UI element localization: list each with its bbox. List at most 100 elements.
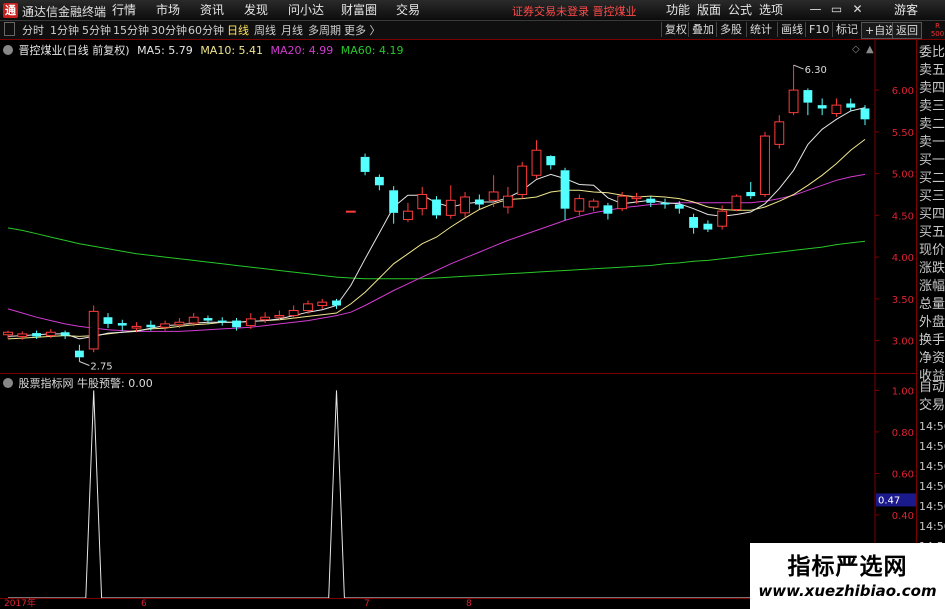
tab-more[interactable]: 更多 〉 (344, 23, 381, 38)
menu-item-discover[interactable]: 发现 (244, 2, 268, 19)
tab-weekly[interactable]: 周线 (254, 23, 276, 38)
tab-monthly[interactable]: 月线 (281, 23, 303, 38)
candle-body-up (588, 200, 599, 208)
sidebar-item[interactable]: 买二 (919, 171, 945, 187)
sidebar-item[interactable]: 交易 (919, 398, 945, 414)
menu-item-options[interactable]: 选项 (759, 2, 783, 19)
overlay-button[interactable]: 叠加 (688, 22, 717, 37)
sidebar-item[interactable]: 卖二 (919, 117, 945, 133)
candle-body-up (445, 199, 456, 216)
date-label-year: 2017年 (4, 599, 36, 609)
candle-body-up (831, 104, 842, 114)
sidebar-item[interactable]: 外盘 (919, 315, 945, 331)
price-chart-bg (0, 40, 916, 374)
sidebar-item[interactable]: 委比 (919, 45, 945, 61)
menu-bar: 通 通达信金融终端 行情 市场 资讯 发现 问小达 财富圈 交易 证券交易未登录… (0, 0, 945, 21)
menu-item-wealth-circle[interactable]: 财富圈 (341, 2, 377, 19)
sidebar-item[interactable]: 卖五 (919, 63, 945, 79)
sidebar-item[interactable]: 买一 (919, 153, 945, 169)
sidebar-item[interactable]: 买四 (919, 207, 945, 223)
candle-body-down (203, 318, 213, 321)
price-chart[interactable]: 6.00 5.50 5.00 4.50 4.00 3.50 3.00 6.30 2.75 ◇ ▲ (0, 40, 916, 374)
chart-info-line: 晋控煤业(日线 前复权) MA5: 5.79 MA10: 5.41 MA20: … (3, 42, 407, 58)
candle-body-up (260, 316, 271, 321)
diamond-icon: ◇ (852, 44, 860, 55)
statistics-button[interactable]: 统计 (746, 22, 775, 37)
tab-daily[interactable]: 日线 (227, 23, 249, 38)
sidebar-item[interactable]: 现价 (919, 243, 945, 259)
ma60-label: MA60: 4.19 (340, 44, 404, 57)
price-tick-label: 4.00 (892, 253, 914, 264)
sidebar-item[interactable]: 总量 (919, 297, 945, 313)
sidebar-item[interactable]: 净资 (919, 351, 945, 367)
f10-button[interactable]: F10 (805, 22, 832, 37)
date-label-july: 7 (364, 599, 370, 609)
chart-settings-icon[interactable] (3, 45, 13, 55)
mark-button[interactable]: 标记 (832, 22, 861, 37)
tab-1min[interactable]: 1分钟 (50, 23, 79, 38)
sidebar-item[interactable]: 涨跌 (919, 261, 945, 277)
sidebar-item[interactable]: 卖四 (919, 81, 945, 97)
candle-body-up (131, 325, 142, 329)
multi-stock-button[interactable]: 多股 (716, 22, 745, 37)
tab-timeshare[interactable]: 分时 (22, 23, 44, 38)
candle-body-down (860, 108, 870, 120)
sidebar-trade-time: 14:56 (919, 460, 945, 473)
candle-body-up (160, 323, 171, 328)
sidebar-item[interactable]: 买五 (919, 225, 945, 241)
tab-15min[interactable]: 15分钟 (113, 23, 149, 38)
menu-item-market[interactable]: 市场 (156, 2, 180, 19)
layout-toggle-icon[interactable] (4, 22, 15, 36)
price-grid (0, 40, 916, 374)
high-label: 6.30 (805, 65, 827, 76)
menu-item-layout[interactable]: 版面 (697, 2, 721, 19)
tab-5min[interactable]: 5分钟 (82, 23, 111, 38)
indicator-settings-icon[interactable] (3, 378, 13, 388)
candle-body-up (245, 318, 256, 327)
candle-body-up (488, 191, 499, 201)
sidebar-item[interactable]: 卖一 (919, 135, 945, 151)
price-tick-label: 6.00 (892, 86, 914, 97)
back-button[interactable]: 返回 (892, 22, 922, 39)
candle-body-down (817, 105, 827, 109)
candle-body-up (460, 196, 470, 214)
candle-body-up (174, 321, 185, 326)
login-status[interactable]: 证券交易未登录 晋控煤业 (512, 3, 637, 19)
minimize-icon[interactable]: — (805, 2, 826, 16)
sidebar-item[interactable]: 涨幅 (919, 279, 945, 295)
candle-body-up (760, 135, 770, 195)
menu-item-formula[interactable]: 公式 (728, 2, 752, 19)
candle-body-up (88, 310, 99, 350)
candle-body-down (389, 190, 399, 213)
menu-item-functions[interactable]: 功能 (666, 2, 690, 19)
period-toolbar: 分时 1分钟 5分钟 15分钟 30分钟 60分钟 日线 周线 月线 多周期 更… (0, 21, 945, 40)
price-tick-label: 5.50 (892, 128, 914, 139)
tab-60min[interactable]: 60分钟 (188, 23, 224, 38)
menu-item-market-quotes[interactable]: 行情 (112, 2, 136, 19)
candle-body-up (274, 315, 285, 318)
sidebar-item[interactable]: 换手 (919, 333, 945, 349)
sidebar-item[interactable]: 卖三 (919, 99, 945, 115)
menu-item-trade[interactable]: 交易 (396, 2, 420, 19)
menu-item-ask[interactable]: 问小达 (288, 2, 324, 19)
tab-multi-period[interactable]: 多周期 (308, 23, 341, 38)
candle-body-down (360, 156, 370, 172)
indicator-tick-label: 0.40 (892, 511, 914, 522)
adjust-button[interactable]: 复权 (661, 22, 690, 37)
sidebar-trade-time: 14:56 (919, 500, 945, 513)
candle-body-up (303, 303, 313, 312)
candle-body-down (332, 300, 341, 306)
close-icon[interactable]: ✕ (847, 2, 868, 16)
candle-body-down (674, 204, 684, 209)
draw-line-button[interactable]: 画线 (777, 22, 806, 37)
tab-30min[interactable]: 30分钟 (151, 23, 187, 38)
sidebar-item[interactable]: 自动 (919, 380, 945, 396)
quote-sidebar: 委比 卖五 卖四 卖三 卖二 卖一 买一 买二 买三 买四 买五 现价 涨跌 涨幅 总量 外盘 换手 净资 收益 自动… (916, 40, 945, 609)
maximize-icon[interactable]: ▭ (826, 2, 847, 16)
sidebar-trade-time: 14:56 (919, 480, 945, 493)
menu-item-news[interactable]: 资讯 (200, 2, 224, 19)
sidebar-item[interactable]: 买三 (919, 189, 945, 205)
candle-body-down (74, 350, 84, 358)
guest-label[interactable]: 游客 (894, 2, 918, 19)
watermark-url: www.xuezhibiao.com (758, 582, 937, 600)
